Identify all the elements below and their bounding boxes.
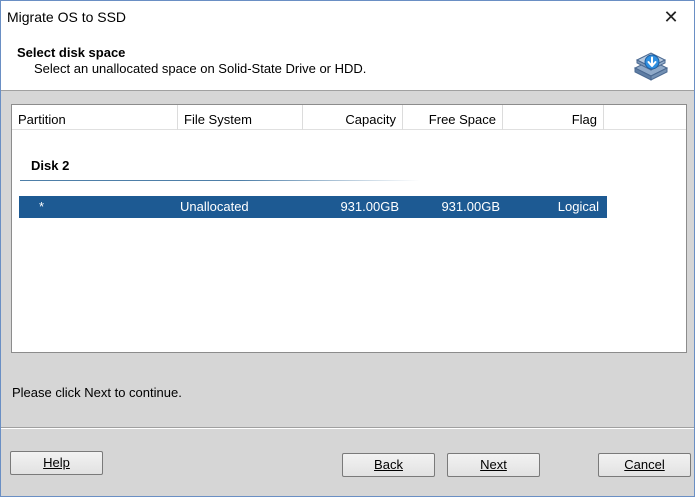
table-row[interactable]: * Unallocated 931.00GB 931.00GB Logical bbox=[19, 196, 607, 218]
cell-capacity: 931.00GB bbox=[340, 199, 399, 214]
partition-list[interactable]: Partition File System Capacity Free Spac… bbox=[11, 104, 687, 353]
cell-partition: * bbox=[39, 199, 45, 214]
cell-flag: Logical bbox=[557, 199, 599, 214]
back-button[interactable]: Back bbox=[342, 453, 435, 477]
status-message: Please click Next to continue. bbox=[12, 385, 182, 400]
close-button[interactable]: ✕ bbox=[648, 1, 694, 33]
column-free-space[interactable]: Free Space bbox=[403, 105, 503, 130]
column-capacity[interactable]: Capacity bbox=[303, 105, 403, 130]
close-icon: ✕ bbox=[663, 6, 679, 27]
column-file-system[interactable]: File System bbox=[178, 105, 303, 130]
list-header: Partition File System Capacity Free Spac… bbox=[12, 105, 686, 130]
footer-separator bbox=[1, 427, 694, 429]
next-button[interactable]: Next bbox=[447, 453, 540, 477]
wizard-header: Select disk space Select an unallocated … bbox=[1, 34, 694, 91]
disk-migrate-icon bbox=[633, 52, 669, 81]
header-title: Select disk space bbox=[17, 45, 126, 60]
migrate-os-dialog: Migrate OS to SSD ✕ Select disk space Se… bbox=[0, 0, 695, 497]
group-divider bbox=[20, 180, 420, 181]
window-title: Migrate OS to SSD bbox=[7, 9, 127, 25]
header-subtitle: Select an unallocated space on Solid-Sta… bbox=[34, 61, 367, 76]
column-partition[interactable]: Partition bbox=[12, 105, 178, 130]
cell-free-space: 931.00GB bbox=[441, 199, 500, 214]
help-button[interactable]: Help bbox=[10, 451, 103, 475]
disk-group-label: Disk 2 bbox=[31, 158, 70, 173]
title-bar: Migrate OS to SSD ✕ bbox=[1, 1, 694, 34]
cancel-button[interactable]: Cancel bbox=[598, 453, 691, 477]
column-flag[interactable]: Flag bbox=[503, 105, 604, 130]
cell-file-system: Unallocated bbox=[180, 199, 249, 214]
